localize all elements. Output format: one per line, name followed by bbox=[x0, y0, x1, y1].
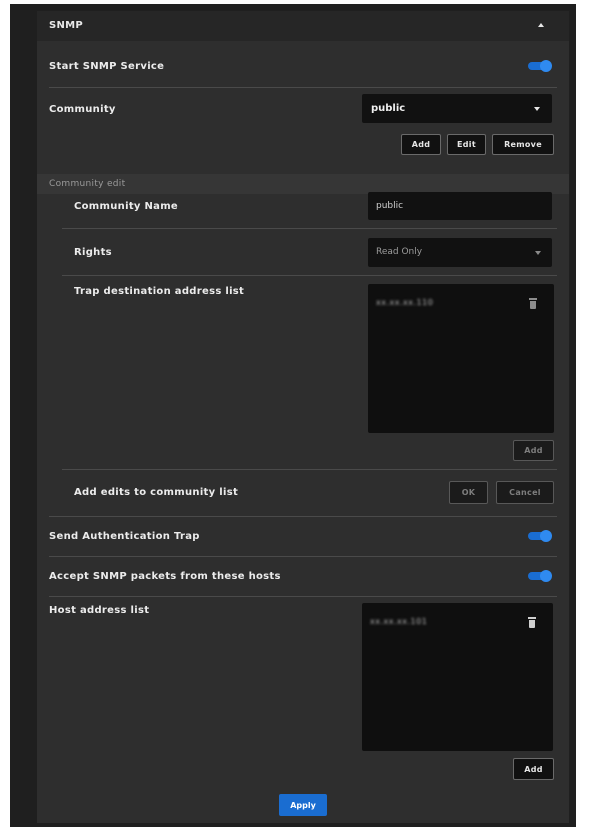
divider bbox=[49, 556, 557, 557]
community-name-label: Community Name bbox=[74, 201, 179, 212]
add-edits-label: Add edits to community list bbox=[74, 487, 239, 498]
cancel-button[interactable]: Cancel bbox=[496, 481, 554, 504]
host-address-item[interactable]: xx.xx.xx.101 bbox=[370, 617, 427, 626]
accept-packets-toggle[interactable] bbox=[528, 569, 552, 583]
apply-button[interactable]: Apply bbox=[279, 794, 327, 816]
section-title: SNMP bbox=[49, 20, 84, 31]
start-snmp-toggle[interactable] bbox=[528, 59, 552, 73]
rights-select[interactable]: Read Only bbox=[368, 238, 552, 267]
community-label: Community bbox=[49, 104, 116, 115]
trap-list-label: Trap destination address list bbox=[74, 286, 245, 297]
section-header[interactable]: SNMP bbox=[37, 11, 569, 41]
community-add-button[interactable]: Add bbox=[401, 134, 441, 155]
host-list-label: Host address list bbox=[49, 605, 150, 616]
community-select[interactable]: public bbox=[362, 94, 552, 123]
divider bbox=[49, 87, 557, 88]
trash-body bbox=[530, 301, 536, 309]
chevron-down-icon bbox=[534, 107, 540, 111]
trash-body bbox=[529, 620, 535, 628]
chevron-down-icon bbox=[535, 251, 541, 255]
trap-address-list[interactable]: xx.xx.xx.110 bbox=[368, 284, 554, 433]
trash-icon[interactable] bbox=[529, 298, 537, 309]
trap-add-button[interactable]: Add bbox=[513, 440, 554, 461]
divider bbox=[62, 228, 557, 229]
trash-icon[interactable] bbox=[528, 617, 536, 628]
trap-address-item[interactable]: xx.xx.xx.110 bbox=[376, 298, 433, 307]
toggle-knob bbox=[540, 570, 552, 582]
collapse-caret-icon[interactable] bbox=[538, 23, 544, 27]
host-add-button[interactable]: Add bbox=[513, 758, 554, 780]
community-name-input[interactable]: public bbox=[368, 192, 552, 220]
divider bbox=[49, 596, 557, 597]
trash-lid bbox=[528, 617, 536, 619]
host-address-list[interactable]: xx.xx.xx.101 bbox=[362, 603, 553, 751]
divider bbox=[62, 275, 557, 276]
rights-selected-value: Read Only bbox=[376, 247, 423, 257]
auth-trap-toggle[interactable] bbox=[528, 529, 552, 543]
community-name-value: public bbox=[376, 201, 404, 211]
divider bbox=[49, 516, 557, 517]
toggle-knob bbox=[540, 530, 552, 542]
toggle-knob bbox=[540, 60, 552, 72]
start-snmp-label: Start SNMP Service bbox=[49, 61, 165, 72]
community-edit-header: Community edit bbox=[37, 174, 569, 194]
community-edit-title: Community edit bbox=[49, 179, 126, 189]
divider bbox=[62, 469, 557, 470]
rights-label: Rights bbox=[74, 247, 112, 258]
trash-lid bbox=[529, 298, 537, 300]
ok-button[interactable]: OK bbox=[449, 481, 488, 504]
community-remove-button[interactable]: Remove bbox=[492, 134, 554, 155]
snmp-panel: SNMP Start SNMP Service Community public… bbox=[37, 11, 569, 823]
community-selected-value: public bbox=[371, 103, 406, 114]
community-edit-button[interactable]: Edit bbox=[447, 134, 486, 155]
accept-packets-label: Accept SNMP packets from these hosts bbox=[49, 571, 281, 582]
auth-trap-label: Send Authentication Trap bbox=[49, 531, 200, 542]
